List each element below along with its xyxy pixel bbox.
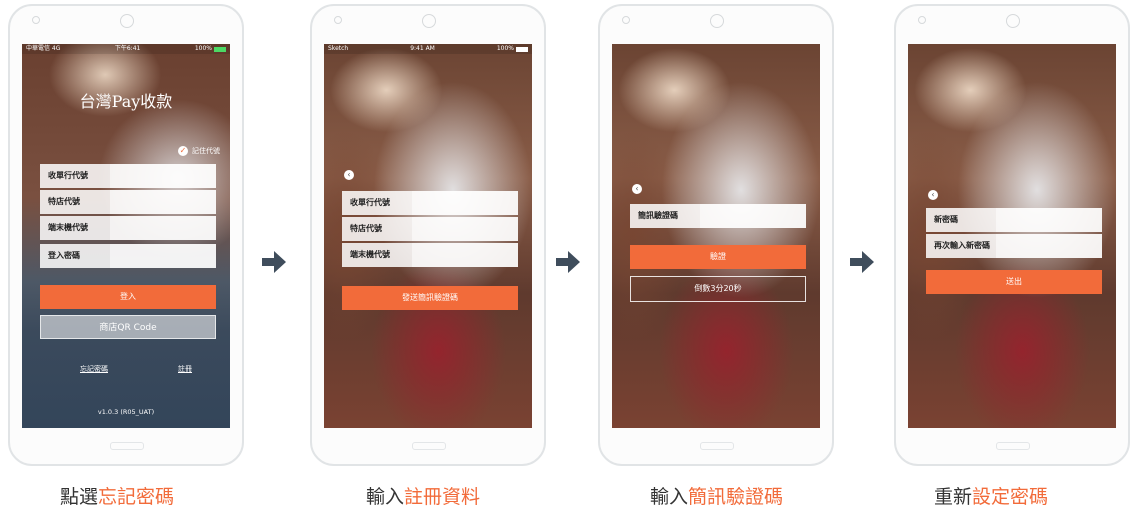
caption-prefix: 重新 [934, 486, 973, 508]
version-label: v1.0.3 (R05_UAT) [97, 408, 155, 416]
register-link[interactable]: 註冊 [178, 364, 192, 374]
field-label: 收單行代號 [48, 171, 88, 180]
field-label: 特店代號 [48, 197, 80, 206]
caption-highlight: 忘記密碼 [98, 486, 175, 508]
status-carrier: Sketch [328, 45, 349, 52]
caption-step-3: 輸入簡訊驗證碼 [650, 482, 783, 509]
remember-label: 記住代號 [192, 147, 220, 155]
back-icon[interactable]: ‹ [632, 184, 642, 194]
checkmark-icon: ✓ [178, 146, 188, 156]
speaker-circle [120, 14, 134, 28]
send-sms-button[interactable]: 發送簡訊驗證碼 [342, 286, 518, 310]
field-label: 登入密碼 [48, 251, 80, 260]
home-button [996, 442, 1030, 450]
home-button [412, 442, 446, 450]
caption-prefix: 點選 [60, 486, 99, 508]
screen-login: 中華電信 4G 下午6:41 100% 台灣Pay收款 ✓ 記住代號 收單行代號… [22, 44, 230, 428]
arrow-right-icon [262, 251, 286, 273]
phone-frame-2: Sketch 9:41 AM 100% ‹ 收單行代號 特店代號 端末機代號 發… [310, 4, 546, 466]
caption-step-4: 重新設定密碼 [934, 482, 1048, 509]
speaker-circle [422, 14, 436, 28]
field-label: 特店代號 [350, 224, 382, 233]
caption-highlight: 註冊資料 [404, 486, 481, 508]
camera-dot [32, 16, 40, 24]
battery-icon [515, 46, 528, 52]
caption-step-2: 輸入註冊資料 [366, 482, 480, 509]
field-label: 再次輸入新密碼 [934, 241, 990, 250]
back-icon[interactable]: ‹ [928, 190, 938, 200]
screen-register: Sketch 9:41 AM 100% ‹ 收單行代號 特店代號 端末機代號 發… [324, 44, 532, 428]
merchant-code-field[interactable]: 特店代號 [40, 190, 216, 214]
status-bar: 中華電信 4G 下午6:41 100% [22, 44, 230, 54]
merchant-code-field[interactable]: 特店代號 [342, 217, 518, 241]
battery-indicator: 100% [497, 44, 528, 54]
remember-toggle[interactable]: ✓ 記住代號 [178, 146, 220, 156]
battery-label: 100% [496, 45, 514, 52]
battery-icon [213, 46, 226, 52]
back-icon[interactable]: ‹ [344, 170, 354, 180]
caption-highlight: 設定密碼 [972, 486, 1049, 508]
caption-highlight: 簡訊驗證碼 [688, 486, 784, 508]
status-carrier: 中華電信 4G [26, 45, 61, 52]
submit-button[interactable]: 送出 [926, 270, 1102, 294]
arrow-right-icon [850, 251, 874, 273]
camera-dot [918, 16, 926, 24]
forgot-password-link[interactable]: 忘記密碼 [80, 364, 108, 374]
password-field[interactable]: 登入密碼 [40, 244, 216, 268]
countdown-timer: 倒數3分20秒 [630, 276, 806, 302]
terminal-code-field[interactable]: 端末機代號 [40, 216, 216, 240]
screen-reset-password: ‹ 新密碼 再次輸入新密碼 送出 [908, 44, 1116, 428]
camera-dot [622, 16, 630, 24]
field-label: 新密碼 [934, 215, 958, 224]
status-time: 下午6:41 [114, 45, 141, 52]
battery-label: 100% [194, 45, 212, 52]
app-title: 台灣Pay收款 [79, 92, 173, 111]
terminal-code-field[interactable]: 端末機代號 [342, 243, 518, 267]
verify-button[interactable]: 驗證 [630, 245, 806, 269]
caption-step-1: 點選忘記密碼 [60, 482, 174, 509]
arrow-right-icon [556, 251, 580, 273]
field-label: 簡訊驗證碼 [638, 211, 678, 220]
acquirer-code-field[interactable]: 收單行代號 [40, 164, 216, 188]
sms-code-field[interactable]: 簡訊驗證碼 [630, 204, 806, 228]
battery-indicator: 100% [195, 44, 226, 54]
acquirer-code-field[interactable]: 收單行代號 [342, 191, 518, 215]
speaker-circle [710, 14, 724, 28]
home-button [700, 442, 734, 450]
camera-dot [334, 16, 342, 24]
field-label: 端末機代號 [48, 223, 88, 232]
status-bar: Sketch 9:41 AM 100% [324, 44, 532, 54]
caption-prefix: 輸入 [366, 486, 405, 508]
phone-frame-1: 中華電信 4G 下午6:41 100% 台灣Pay收款 ✓ 記住代號 收單行代號… [8, 4, 244, 466]
speaker-circle [1006, 14, 1020, 28]
login-button[interactable]: 登入 [40, 285, 216, 309]
new-password-field[interactable]: 新密碼 [926, 208, 1102, 232]
phone-frame-4: ‹ 新密碼 再次輸入新密碼 送出 [894, 4, 1130, 466]
caption-prefix: 輸入 [650, 486, 689, 508]
field-label: 收單行代號 [350, 198, 390, 207]
screen-verify: ‹ 簡訊驗證碼 驗證 倒數3分20秒 [612, 44, 820, 428]
field-label: 端末機代號 [350, 250, 390, 259]
qr-code-button[interactable]: 商店QR Code [40, 315, 216, 339]
phone-frame-3: ‹ 簡訊驗證碼 驗證 倒數3分20秒 [598, 4, 834, 466]
status-time: 9:41 AM [410, 45, 435, 52]
home-button [110, 442, 144, 450]
confirm-password-field[interactable]: 再次輸入新密碼 [926, 234, 1102, 258]
